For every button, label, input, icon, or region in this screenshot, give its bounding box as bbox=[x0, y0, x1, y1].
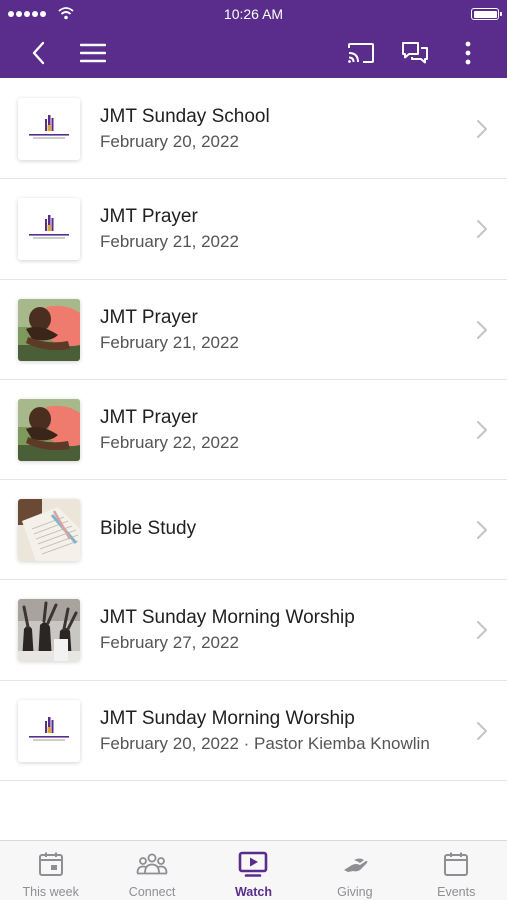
tab-giving[interactable]: Giving bbox=[304, 841, 405, 900]
tab-label: Connect bbox=[128, 885, 176, 899]
church-logo-thumbnail bbox=[18, 699, 80, 762]
tab-label: This week bbox=[22, 885, 79, 899]
chevron-right-icon bbox=[477, 120, 487, 138]
bible-thumbnail bbox=[18, 499, 80, 562]
list-item[interactable]: JMT Sunday Morning Worship February 20, … bbox=[0, 681, 507, 782]
tab-connect[interactable]: Connect bbox=[101, 841, 202, 900]
battery-icon bbox=[471, 8, 502, 20]
item-subtitle: February 21, 2022 bbox=[100, 232, 239, 252]
tab-label: Watch bbox=[234, 885, 272, 899]
cast-button[interactable] bbox=[341, 33, 381, 73]
chevron-right-icon bbox=[477, 220, 487, 239]
menu-button[interactable] bbox=[73, 33, 113, 73]
people-icon bbox=[136, 853, 168, 875]
tab-label: Events bbox=[437, 885, 476, 899]
status-time: 10:26 AM bbox=[223, 6, 284, 22]
item-subtitle: February 22, 2022 bbox=[100, 432, 239, 452]
praying-man-thumbnail bbox=[18, 298, 80, 361]
tab-bar: This week Connect Watch Giving Events bbox=[0, 840, 507, 900]
tab-watch[interactable]: Watch bbox=[203, 841, 304, 900]
item-subtitle: February 27, 2022 bbox=[100, 633, 239, 653]
chat-bubbles-icon bbox=[402, 42, 428, 64]
video-list: JMT Sunday School February 20, 2022 JMT … bbox=[0, 79, 507, 782]
list-item[interactable]: JMT Sunday School February 20, 2022 bbox=[0, 79, 507, 180]
chevron-right-icon bbox=[477, 320, 487, 339]
chevron-right-icon bbox=[477, 721, 487, 740]
more-button[interactable] bbox=[448, 33, 488, 73]
item-title: JMT Prayer bbox=[100, 306, 198, 328]
chat-button[interactable] bbox=[395, 33, 435, 73]
item-title: Bible Study bbox=[100, 518, 197, 540]
list-item[interactable]: JMT Prayer February 21, 2022 bbox=[0, 179, 507, 280]
list-item[interactable]: Bible Study bbox=[0, 480, 507, 581]
calendar-today-icon bbox=[38, 852, 63, 876]
item-subtitle: February 21, 2022 bbox=[100, 332, 239, 352]
chevron-right-icon bbox=[477, 621, 487, 640]
item-title: JMT Sunday Morning Worship bbox=[100, 607, 355, 629]
church-logo-thumbnail bbox=[18, 198, 80, 261]
more-vertical-icon bbox=[465, 41, 471, 65]
chevron-left-icon bbox=[32, 41, 45, 65]
item-subtitle: February 20, 2022 · Pastor Kiemba Knowli… bbox=[100, 733, 430, 753]
chevron-right-icon bbox=[477, 420, 487, 439]
item-title: JMT Prayer bbox=[100, 406, 198, 428]
list-item[interactable]: JMT Sunday Morning Worship February 27, … bbox=[0, 580, 507, 681]
item-title: JMT Sunday Morning Worship bbox=[100, 707, 355, 729]
tab-label: Giving bbox=[337, 885, 373, 899]
giving-hand-icon bbox=[343, 858, 368, 872]
church-logo-thumbnail bbox=[18, 98, 80, 160]
worship-thumbnail bbox=[18, 599, 80, 662]
hamburger-icon bbox=[80, 43, 106, 63]
status-bar: 10:26 AM bbox=[0, 0, 507, 28]
cast-icon bbox=[348, 43, 374, 63]
tab-this-week[interactable]: This week bbox=[0, 841, 101, 900]
tab-events[interactable]: Events bbox=[406, 841, 507, 900]
chevron-right-icon bbox=[477, 521, 487, 540]
item-title: JMT Prayer bbox=[100, 206, 198, 228]
praying-man-thumbnail bbox=[18, 398, 80, 461]
calendar-icon bbox=[444, 852, 469, 876]
list-item[interactable]: JMT Prayer February 22, 2022 bbox=[0, 380, 507, 481]
back-button[interactable] bbox=[18, 33, 58, 73]
item-title: JMT Sunday School bbox=[100, 106, 270, 127]
list-item[interactable]: JMT Prayer February 21, 2022 bbox=[0, 280, 507, 380]
item-subtitle: February 20, 2022 bbox=[100, 132, 239, 151]
nav-bar bbox=[0, 28, 507, 78]
video-icon bbox=[239, 851, 268, 877]
